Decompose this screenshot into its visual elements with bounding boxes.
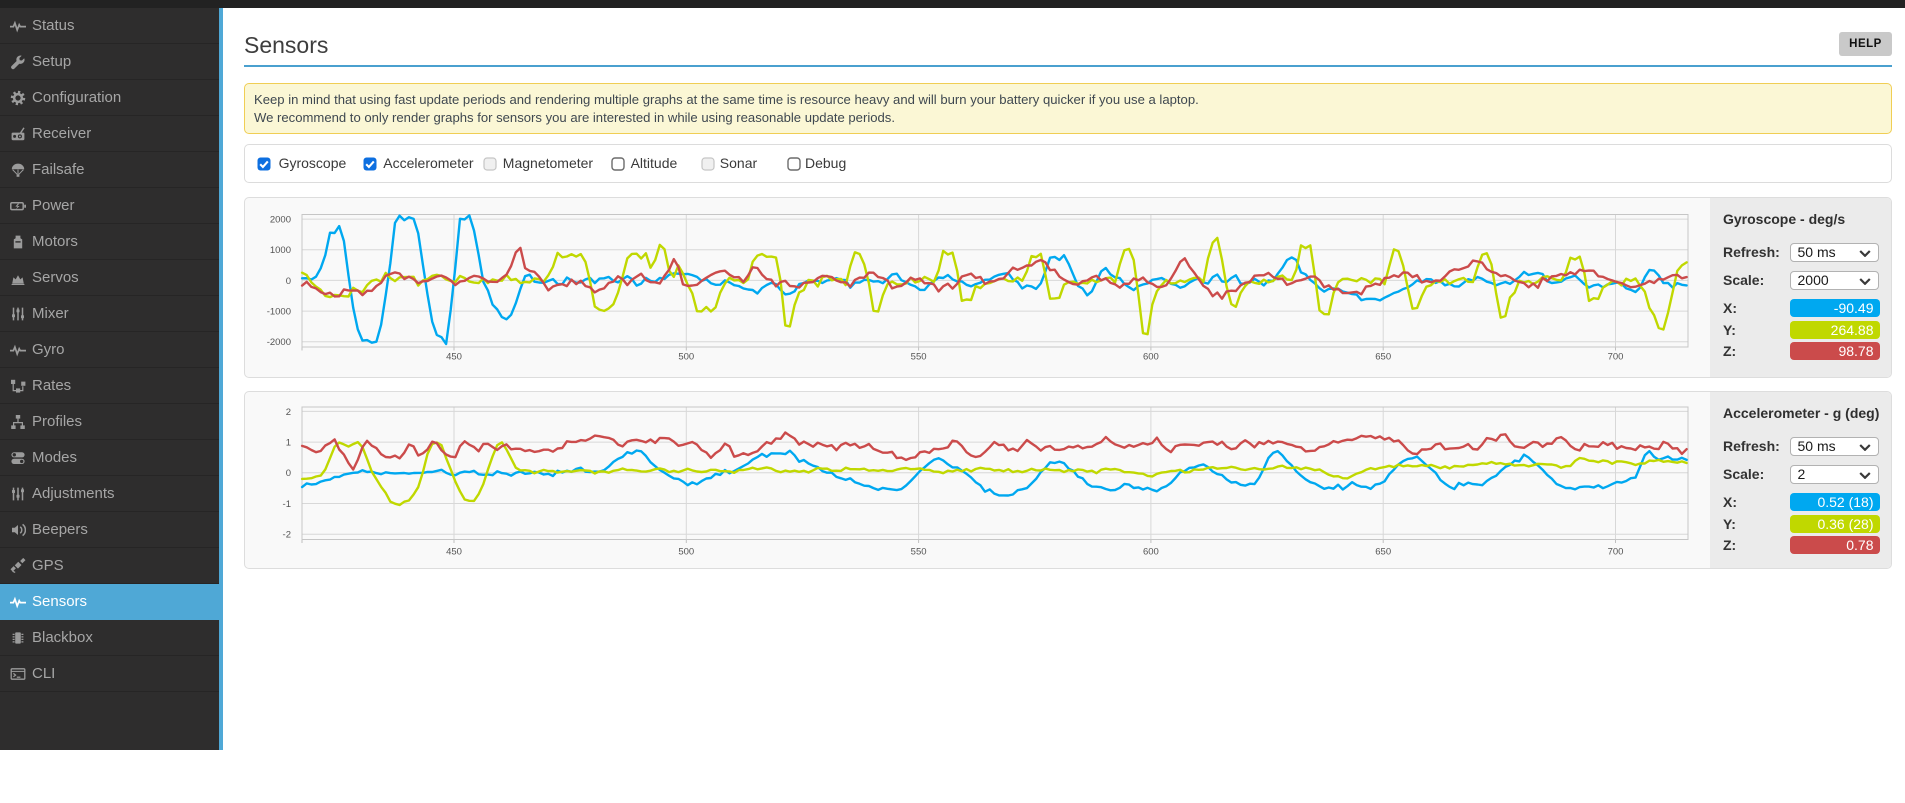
svg-text:550: 550 (911, 547, 927, 558)
svg-text:500: 500 (678, 352, 694, 363)
svg-text:-2: -2 (283, 530, 291, 541)
svg-text:650: 650 (1375, 352, 1391, 363)
svg-text:600: 600 (1143, 547, 1159, 558)
svg-text:1000: 1000 (270, 245, 291, 256)
svg-text:650: 650 (1375, 547, 1391, 558)
svg-text:1: 1 (286, 438, 291, 449)
svg-text:700: 700 (1608, 352, 1624, 363)
svg-text:450: 450 (446, 352, 462, 363)
svg-text:500: 500 (678, 547, 694, 558)
svg-text:450: 450 (446, 547, 462, 558)
svg-text:550: 550 (911, 352, 927, 363)
svg-text:0: 0 (286, 468, 291, 479)
svg-text:-1: -1 (283, 499, 291, 510)
svg-text:700: 700 (1608, 547, 1624, 558)
svg-text:-2000: -2000 (267, 337, 291, 348)
svg-text:0: 0 (286, 276, 291, 287)
svg-text:-1000: -1000 (267, 307, 291, 318)
svg-text:600: 600 (1143, 352, 1159, 363)
svg-text:2000: 2000 (270, 215, 291, 226)
svg-text:2: 2 (286, 407, 291, 418)
